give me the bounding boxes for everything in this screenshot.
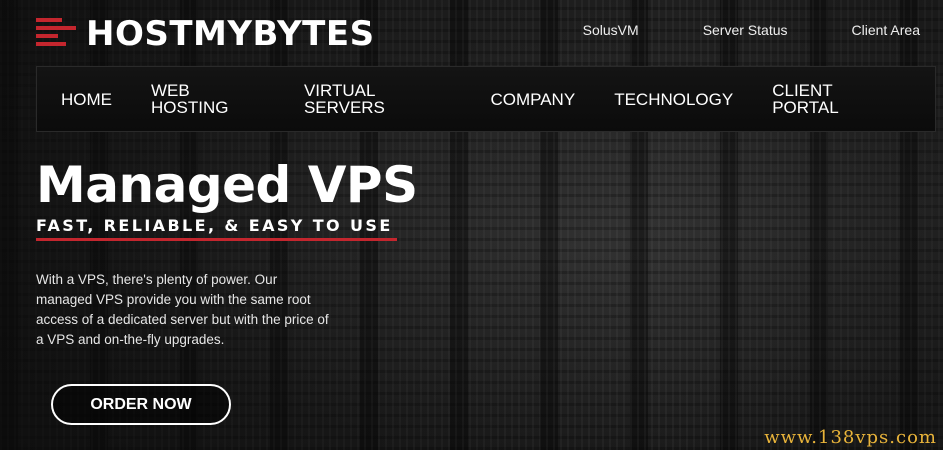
nav-item-company[interactable]: COMPANY	[490, 91, 575, 108]
nav-item-home[interactable]: HOME	[61, 91, 112, 108]
site-logo[interactable]: HOSTMYBYTES	[36, 14, 375, 54]
main-navigation: HOME WEB HOSTING VIRTUAL SERVERS COMPANY…	[36, 66, 936, 132]
hero-title: Managed VPS	[36, 156, 418, 214]
hero-underline	[36, 238, 397, 241]
top-link-client-area[interactable]: Client Area	[852, 22, 920, 38]
watermark: www.138vps.com	[764, 427, 937, 448]
nav-item-web-hosting[interactable]: WEB HOSTING	[151, 82, 265, 116]
logo-text: HOSTMYBYTES	[86, 14, 375, 54]
nav-item-client-portal[interactable]: CLIENT PORTAL	[772, 82, 896, 116]
top-links: SolusVM Server Status Client Area	[583, 22, 920, 38]
nav-item-technology[interactable]: TECHNOLOGY	[614, 91, 733, 108]
top-link-server-status[interactable]: Server Status	[703, 22, 788, 38]
hero-subtitle: FAST, RELIABLE, & EASY TO USE	[36, 216, 393, 235]
logo-bars-icon	[36, 16, 76, 52]
hero-description: With a VPS, there's plenty of power. Our…	[36, 272, 329, 347]
top-link-solusvm[interactable]: SolusVM	[583, 22, 639, 38]
nav-item-virtual-servers[interactable]: VIRTUAL SERVERS	[304, 82, 452, 116]
order-now-button[interactable]: ORDER NOW	[51, 384, 231, 425]
